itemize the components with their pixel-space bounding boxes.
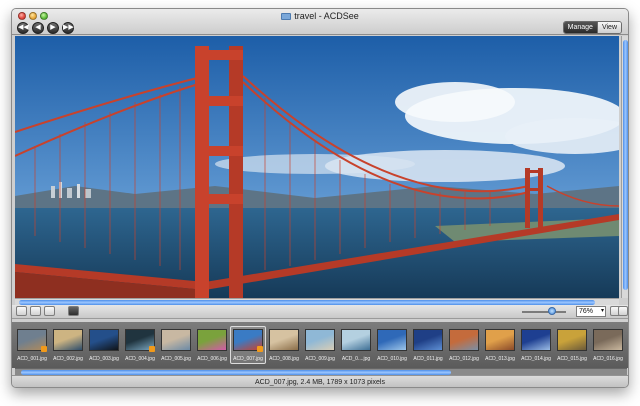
thumbnail-image: [485, 329, 515, 351]
viewer-horizontal-scrollbar[interactable]: [15, 298, 619, 305]
previous-button[interactable]: ◀: [32, 22, 44, 34]
forward-button[interactable]: ▶▶: [62, 22, 74, 34]
fit-to-window-button[interactable]: [618, 306, 628, 316]
mode-switch: Manage View: [562, 21, 622, 34]
zoom-slider-track[interactable]: [522, 311, 566, 313]
filmstrip-thumbnail[interactable]: ACD_003.jpg: [86, 322, 122, 368]
filmstrip-thumbnail[interactable]: ACD_011.jpg: [410, 322, 446, 368]
window-title: travel - ACDSee: [12, 11, 628, 21]
next-icon: ▶: [50, 24, 56, 31]
thumbnail-label: ACD_016.jpg: [593, 356, 623, 362]
forward-icon: ▶▶: [63, 24, 74, 31]
zoom-slider-knob[interactable]: [548, 307, 556, 315]
filmstrip-thumbnail[interactable]: ACD_004.jpg: [122, 322, 158, 368]
next-button[interactable]: ▶: [47, 22, 59, 34]
acdsee-window: ◀◀ ◀ ▶ ▶▶ travel - ACDSee Manage View 76…: [11, 8, 629, 388]
filmstrip-thumbnail[interactable]: ACD_014.jpg: [518, 322, 554, 368]
window-title-text: travel - ACDSee: [294, 11, 359, 21]
golden-gate-photo: [15, 36, 619, 298]
status-text: ACD_007.jpg, 2.4 MB, 1789 x 1073 pixels: [255, 379, 385, 386]
thumbnail-image: [269, 329, 299, 351]
thumbnail-image: [449, 329, 479, 351]
filmstrip-thumbnail[interactable]: ACD_0....jpg: [338, 322, 374, 368]
back-icon: ◀◀: [18, 24, 29, 31]
filmstrip-thumbnail[interactable]: ACD_010.jpg: [374, 322, 410, 368]
filmstrip-scrollbar[interactable]: [15, 368, 627, 375]
filmstrip-thumbnail[interactable]: ACD_006.jpg: [194, 322, 230, 368]
rotate-left-button[interactable]: [16, 306, 27, 316]
filmstrip-thumbnail[interactable]: ACD_016.jpg: [590, 322, 626, 368]
viewer-vertical-scrollbar[interactable]: [621, 36, 628, 298]
filmstrip-thumbnail[interactable]: ACD_015.jpg: [554, 322, 590, 368]
tagged-badge-icon: [149, 346, 155, 352]
thumbnail-image: [161, 329, 191, 351]
tagged-badge-icon: [41, 346, 47, 352]
crop-button[interactable]: [44, 306, 55, 316]
back-button[interactable]: ◀◀: [17, 22, 29, 34]
zoom-value: 76%: [579, 308, 594, 315]
rotate-right-button[interactable]: [30, 306, 41, 316]
chevron-down-icon: ▾: [600, 308, 604, 314]
thumbnail-image: [53, 329, 83, 351]
manage-mode-button[interactable]: Manage: [563, 22, 597, 33]
zoom-select[interactable]: 76% ▾: [576, 306, 606, 317]
tagged-badge-icon: [257, 346, 263, 352]
previous-icon: ◀: [35, 24, 41, 31]
viewer-toolbar: 76% ▾: [12, 305, 628, 319]
thumbnail-image: [521, 329, 551, 351]
filmstrip-thumbnail[interactable]: ACD_007.jpg: [230, 322, 266, 368]
thumbnail-image: [557, 329, 587, 351]
filmstrip-thumbnail[interactable]: ACD_013.jpg: [482, 322, 518, 368]
image-viewer[interactable]: [15, 36, 619, 298]
viewer-vertical-scroll-thumb[interactable]: [623, 40, 628, 290]
thumbnail-image: [305, 329, 335, 351]
thumbnail-image: [593, 329, 623, 351]
thumbnail-image: [197, 329, 227, 351]
filmstrip-thumbnail[interactable]: ACD_008.jpg: [266, 322, 302, 368]
status-bar: ACD_007.jpg, 2.4 MB, 1789 x 1073 pixels: [12, 375, 628, 387]
filmstrip: ACD_001.jpg ACD_002.jpg ACD_003.jpg ACD_004…: [12, 322, 628, 368]
thumbnail-image: [413, 329, 443, 351]
filmstrip-thumbnail[interactable]: ACD_009.jpg: [302, 322, 338, 368]
thumbnail-image: [341, 329, 371, 351]
filmstrip-thumbnail[interactable]: ACD_001.jpg: [14, 322, 50, 368]
filmstrip-thumbnail[interactable]: ACD_012.jpg: [446, 322, 482, 368]
filmstrip-thumbnail[interactable]: ACD_005.jpg: [158, 322, 194, 368]
slideshow-button[interactable]: [68, 306, 79, 316]
folder-icon: [281, 13, 292, 20]
view-mode-button[interactable]: View: [596, 22, 621, 33]
filmstrip-thumbnail[interactable]: ACD_002.jpg: [50, 322, 86, 368]
thumbnail-image: [89, 329, 119, 351]
thumbnail-image: [377, 329, 407, 351]
title-bar: ◀◀ ◀ ▶ ▶▶ travel - ACDSee Manage View: [12, 9, 628, 35]
